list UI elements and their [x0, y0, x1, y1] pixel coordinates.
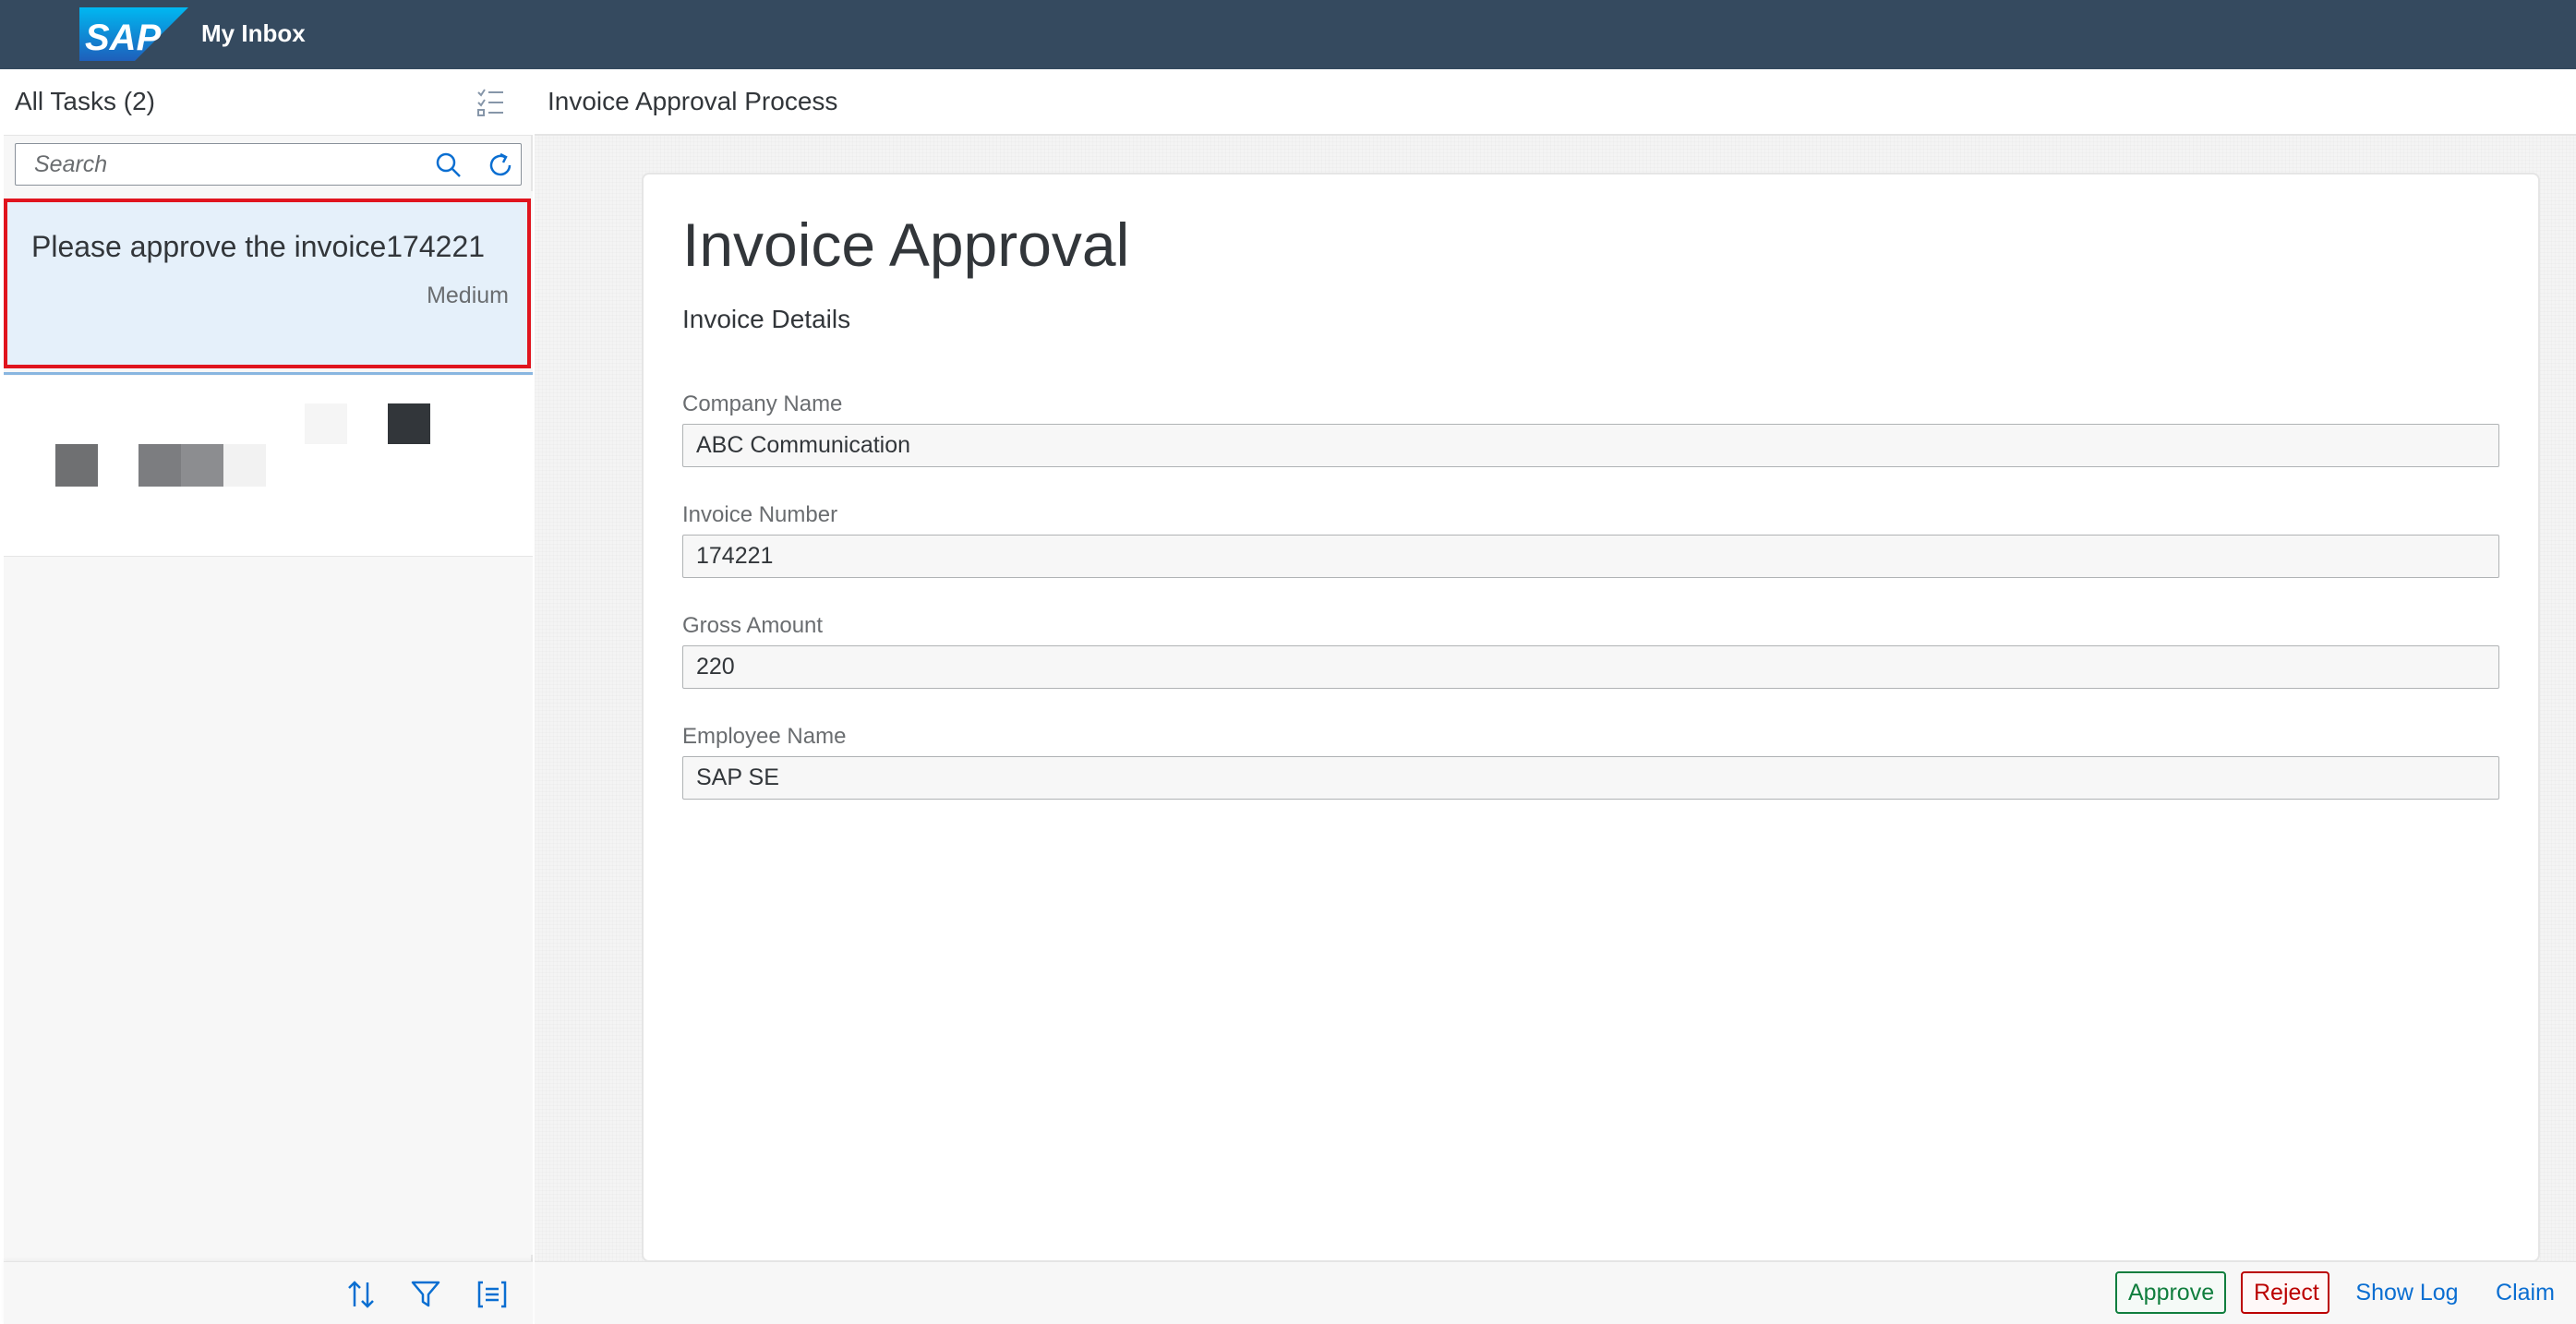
redaction-block	[388, 403, 430, 444]
form-title: Invoice Approval	[682, 211, 1130, 279]
redacted-list-item[interactable]	[4, 376, 533, 557]
company-name-label: Company Name	[682, 391, 843, 416]
redaction-block	[223, 444, 266, 487]
invoice-number-input[interactable]	[682, 535, 2499, 578]
task-priority: Medium	[427, 283, 509, 308]
redaction-block	[55, 444, 98, 487]
employee-name-label: Employee Name	[682, 724, 847, 749]
claim-button[interactable]: Claim	[2483, 1271, 2568, 1314]
master-panel: All Tasks (2) Please approve the invoice…	[4, 69, 533, 1324]
refresh-icon[interactable]	[485, 150, 516, 181]
form-subtitle: Invoice Details	[682, 305, 851, 333]
filter-icon[interactable]	[408, 1277, 443, 1312]
task-title: Please approve the invoice174221	[31, 230, 486, 263]
master-footer-toolbar	[4, 1261, 533, 1324]
app-title: My Inbox	[201, 19, 306, 47]
search-input[interactable]	[16, 144, 422, 185]
search-icon[interactable]	[433, 150, 464, 181]
master-title: All Tasks (2)	[15, 87, 155, 115]
show-log-button[interactable]: Show Log	[2344, 1271, 2470, 1314]
sort-icon[interactable]	[343, 1277, 379, 1312]
master-header: All Tasks (2)	[4, 69, 533, 136]
gross-amount-field: Gross Amount	[682, 612, 2499, 689]
sap-logo-text: SAP	[85, 18, 162, 58]
redaction-block	[305, 403, 347, 444]
gross-amount-input[interactable]	[682, 645, 2499, 689]
task-list: Please approve the invoice174221 Medium	[4, 191, 533, 1255]
invoice-number-label: Invoice Number	[682, 502, 838, 527]
detail-title: Invoice Approval Process	[548, 87, 838, 115]
employee-name-input[interactable]	[682, 756, 2499, 800]
invoice-number-field: Invoice Number	[682, 501, 2499, 578]
redaction-block	[138, 444, 181, 487]
approve-button[interactable]: Approve	[2115, 1271, 2226, 1314]
selection-indicator	[4, 372, 533, 375]
detail-panel: Invoice Approval Process Invoice Approva…	[535, 69, 2576, 1324]
multi-select-icon[interactable]	[475, 86, 508, 119]
sap-logo[interactable]: SAP	[79, 7, 188, 61]
company-name-field: Company Name	[682, 391, 2499, 467]
list-item[interactable]: Please approve the invoice174221 Medium	[4, 199, 531, 368]
shell-bar: SAP My Inbox	[0, 0, 2576, 69]
form-card: Invoice Approval Invoice Details Company…	[642, 173, 2540, 1262]
detail-footer-toolbar: Approve Reject Show Log Claim	[535, 1261, 2576, 1324]
company-name-input[interactable]	[682, 424, 2499, 467]
gross-amount-label: Gross Amount	[682, 613, 824, 638]
employee-name-field: Employee Name	[682, 723, 2499, 800]
group-icon[interactable]	[475, 1277, 510, 1312]
search-bar	[15, 143, 522, 186]
detail-header: Invoice Approval Process	[535, 69, 2576, 136]
redaction-block	[181, 444, 223, 487]
reject-button[interactable]: Reject	[2241, 1271, 2329, 1314]
